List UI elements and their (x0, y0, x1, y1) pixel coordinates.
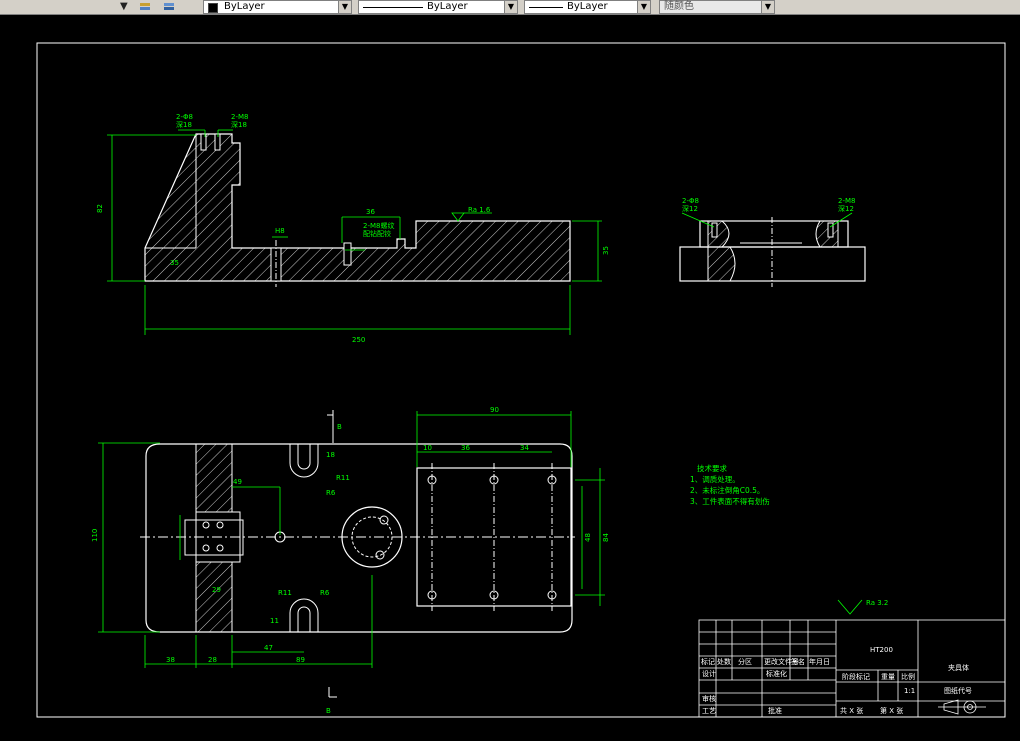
dim-plan-height: 110 (91, 529, 99, 542)
title-process: 工艺 (702, 707, 716, 715)
lineweight-sample (529, 7, 563, 8)
dim-vert-84: 84 (602, 533, 610, 542)
title-part-name: 夹具体 (948, 663, 969, 672)
dim-r11b: R11 (278, 589, 292, 597)
plotstyle-combo-value: 随颜色 (664, 1, 694, 12)
title-material: HT200 (870, 646, 893, 654)
dim-r6a: R6 (326, 489, 336, 497)
dim-49: 49 (233, 478, 242, 486)
title-header-sign: 签名 (791, 657, 805, 666)
title-weight: 重量 (881, 673, 895, 681)
section-b-top: B (337, 423, 342, 431)
dim-38: 38 (166, 656, 175, 664)
plan-view (140, 410, 575, 698)
title-sheet-no: 第 X 张 (880, 706, 903, 715)
title-header-mark: 标记 (701, 657, 715, 666)
center-note-2: 配钻配铰 (363, 229, 391, 238)
title-header-date: 年月日 (809, 657, 830, 666)
title-header-count: 处数 (717, 657, 731, 666)
dim-r11a: R11 (336, 474, 350, 482)
chevron-down-icon[interactable]: ▼ (637, 1, 650, 13)
tech-req-item-3: 3、工件表面不得有划伤 (690, 496, 770, 506)
title-sheet-total: 共 X 张 (840, 706, 863, 715)
title-ratio: 比例 (901, 672, 915, 681)
technical-requirements: 技术要求 1、调质处理。 2、未标注倒角C0.5。 3、工件表面不得有划伤 (690, 463, 770, 506)
side-view-dim-text: 2-Φ8 深12 2-M8 深12 (682, 197, 855, 213)
title-standardize: 标准化 (766, 669, 787, 678)
layer-states-icon[interactable] (138, 0, 152, 13)
dim-plan-width: 90 (490, 406, 499, 414)
title-stage-mark: 阶段标记 (842, 672, 870, 681)
roughness-general: Ra 3.2 (866, 599, 888, 607)
layer-combo[interactable]: ByLayer ▼ (203, 0, 352, 14)
chevron-down-icon[interactable]: ▼ (504, 1, 517, 13)
side-view (679, 217, 866, 287)
hole-depth-b: 深18 (231, 120, 247, 129)
dropdown-arrow-icon[interactable]: ▼ (120, 0, 134, 13)
hole-note-b: 2-M8 (231, 113, 248, 121)
hole-note-c: 2-Φ8 (682, 197, 699, 205)
drawing-frame (36, 42, 1006, 718)
color-swatch (208, 3, 218, 13)
dim-plan-sub2: 36 (461, 444, 470, 452)
dim-top-width: 36 (366, 208, 375, 216)
lineweight-combo[interactable]: ByLayer ▼ (524, 0, 651, 14)
dim-plan-sub3: 34 (520, 444, 529, 452)
title-review: 审核 (702, 694, 716, 703)
drawing-canvas[interactable]: 82 250 35 36 H8 35 2-Φ8 深18 2-M8 深18 2-M… (0, 15, 1020, 737)
layer-previous-icon[interactable] (162, 0, 176, 13)
section-b-bottom: B (326, 707, 331, 715)
tech-req-item-1: 1、调质处理。 (690, 474, 740, 484)
hole-note-a: 2-Φ8 (176, 113, 193, 121)
hole-depth-a: 深18 (176, 120, 192, 129)
dim-r6b: R6 (320, 589, 330, 597)
title-approve: 批准 (768, 706, 782, 715)
dim-28: 28 (208, 656, 217, 664)
dim-height-right: 35 (602, 246, 610, 255)
dim-total-length: 250 (352, 336, 365, 344)
dim-18: 18 (326, 451, 335, 459)
hole-note-d: 2-M8 (838, 197, 855, 205)
dim-11: 11 (270, 617, 279, 625)
dim-base-height: 35 (170, 259, 179, 267)
center-note: 2-M8螺纹 (363, 221, 394, 230)
dim-plan-sub1: 10 (423, 444, 432, 452)
hole-depth-c: 深12 (682, 204, 698, 213)
title-design: 设计 (702, 669, 716, 678)
properties-toolbar: ▼ ByLayer ▼ ByLayer ▼ ByLayer ▼ 随颜色 ▼ (0, 0, 1020, 15)
projection-symbol-icon (938, 699, 986, 715)
tech-req-title: 技术要求 (697, 463, 727, 473)
dim-height-left: 82 (96, 204, 104, 213)
dim-h8: H8 (275, 227, 285, 235)
dim-vert-48: 48 (584, 533, 592, 542)
layer-combo-value: ByLayer (224, 1, 265, 12)
title-drawing-code: 图纸代号 (944, 686, 972, 695)
title-scale: 1:1 (904, 687, 915, 695)
plotstyle-combo[interactable]: 随颜色 ▼ (659, 0, 775, 14)
linetype-combo-value: ByLayer (427, 1, 468, 12)
hole-depth-d: 深12 (838, 204, 854, 213)
chevron-down-icon[interactable]: ▼ (338, 1, 351, 13)
dim-47: 47 (264, 644, 273, 652)
linetype-combo[interactable]: ByLayer ▼ (358, 0, 518, 14)
dim-89: 89 (296, 656, 305, 664)
linetype-sample (363, 7, 423, 8)
lineweight-combo-value: ByLayer (567, 1, 608, 12)
chevron-down-icon[interactable]: ▼ (761, 1, 774, 13)
dim-29: 29 (212, 586, 221, 594)
tech-req-item-2: 2、未标注倒角C0.5。 (690, 485, 764, 495)
roughness-front: Ra 1.6 (468, 206, 491, 214)
title-header-zone: 分区 (738, 657, 752, 666)
